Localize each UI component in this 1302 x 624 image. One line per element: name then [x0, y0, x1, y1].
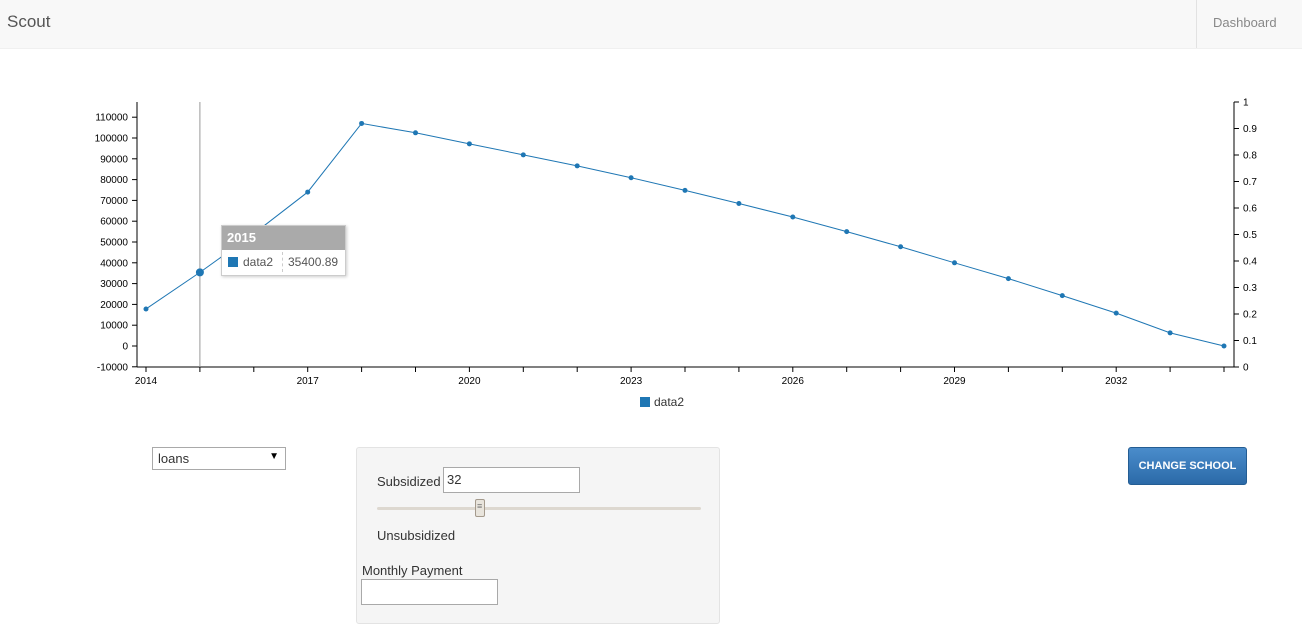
x-tick-label: 2023 — [620, 376, 643, 387]
data-point — [195, 268, 204, 277]
slider-handle[interactable] — [475, 499, 485, 517]
subsidized-value: 32 — [447, 472, 462, 487]
y-tick-label: 110000 — [95, 113, 128, 124]
y-tick-label: 40000 — [100, 258, 128, 269]
tooltip-row: data2 35400.89 — [222, 250, 345, 274]
tooltip-title: 2015 — [222, 226, 345, 250]
x-tick-label: 2014 — [135, 376, 158, 387]
y-tick-label: 100000 — [95, 134, 129, 145]
data-point — [952, 260, 957, 266]
unsubsidized-label: Unsubsidized — [377, 528, 456, 543]
x-tick-label: 2020 — [458, 376, 481, 387]
y2-tick-label: 0.4 — [1243, 257, 1257, 268]
x-tick-label: 2026 — [782, 376, 805, 387]
chevron-down-icon: ▼ — [269, 451, 279, 462]
data-point — [1221, 343, 1227, 349]
data-point — [305, 189, 311, 195]
data-point — [520, 152, 526, 158]
chart-tooltip: 2015 data2 35400.89 — [221, 225, 346, 276]
data-point — [1059, 293, 1065, 299]
data-point — [1113, 310, 1119, 316]
data-point — [1167, 330, 1173, 336]
data-point — [790, 214, 796, 220]
data-point — [628, 175, 634, 181]
x-tick-label: 2017 — [297, 376, 320, 387]
select-value: loans — [158, 451, 190, 466]
y2-tick-label: 0.6 — [1243, 204, 1257, 215]
y-tick-label: 70000 — [100, 196, 128, 207]
data-point — [1005, 276, 1011, 282]
y2-tick-label: 0.2 — [1243, 310, 1257, 321]
tooltip-swatch — [228, 257, 238, 267]
x-tick-label: 2032 — [1105, 376, 1128, 387]
subsidized-label: Subsidized — [377, 474, 441, 489]
y2-tick-label: 0.3 — [1243, 283, 1257, 294]
loan-panel: Subsidized 32 Unsubsidized Monthly Payme… — [356, 447, 720, 624]
y-tick-label: -10000 — [97, 362, 129, 373]
change-school-button[interactable]: CHANGE SCHOOL — [1128, 447, 1247, 485]
data-point — [359, 120, 365, 126]
tooltip-separator — [282, 252, 283, 272]
y2-tick-label: 0.8 — [1243, 151, 1257, 162]
y-tick-label: 60000 — [100, 217, 128, 228]
data-point — [682, 187, 688, 193]
line-chart: -10000 0 10000 20000 30000 40000 50000 60000 700… — [95, 98, 1258, 410]
y-tick-label: 50000 — [100, 238, 128, 249]
y2-tick-label: 1 — [1243, 98, 1249, 109]
y2-tick-label: 0.7 — [1243, 177, 1257, 188]
monthly-payment-label: Monthly Payment — [362, 563, 463, 578]
tooltip-series-name: data2 — [243, 255, 274, 269]
y-tick-label: 80000 — [100, 175, 128, 186]
y2-tick-label: 0 — [1243, 363, 1249, 374]
data-point — [413, 130, 418, 136]
data-point — [736, 201, 742, 207]
y-tick-label: 10000 — [100, 321, 128, 332]
legend-label: data2 — [654, 395, 684, 409]
subsidized-input[interactable]: 32 — [443, 467, 580, 493]
x-tick-label: 2029 — [943, 376, 966, 387]
y-tick-label: 0 — [122, 342, 128, 353]
data-point — [143, 306, 149, 312]
y-tick-label: 20000 — [100, 300, 128, 311]
data-point — [898, 244, 904, 250]
y2-tick-label: 0.5 — [1243, 230, 1257, 241]
loan-type-select[interactable]: loans ▼ — [152, 447, 286, 470]
data-point — [466, 141, 472, 147]
y-tick-label: 90000 — [100, 154, 128, 165]
tooltip-value: 35400.89 — [288, 255, 339, 269]
y2-tick-label: 0.9 — [1243, 124, 1257, 135]
y-tick-label: 30000 — [100, 279, 128, 290]
y2-tick-label: 0.1 — [1243, 336, 1257, 347]
legend-swatch — [640, 397, 650, 407]
monthly-payment-input[interactable] — [361, 579, 498, 605]
data-point — [844, 229, 850, 235]
data-point — [574, 163, 580, 169]
slider-track[interactable] — [377, 507, 701, 510]
